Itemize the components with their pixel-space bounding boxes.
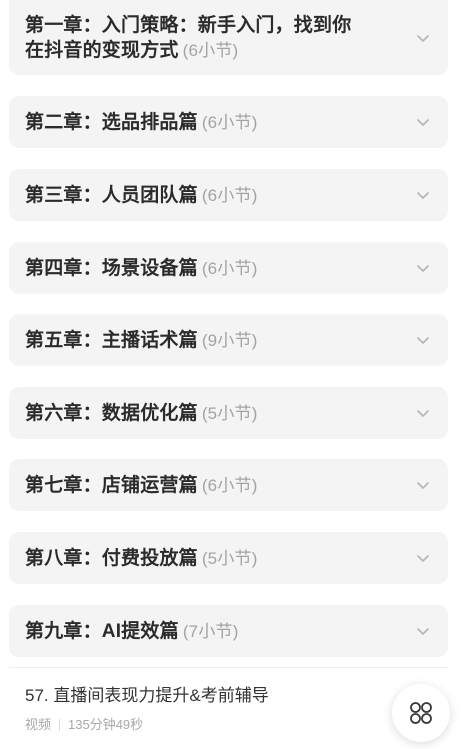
chevron-down-icon: [417, 119, 429, 126]
chapter-title-text: 第八章：付费投放篇: [25, 547, 198, 569]
chapter-title: 第七章：店铺运营篇 (6小节): [25, 473, 258, 498]
chapter-count: (7小节): [182, 621, 239, 641]
chapter-count: (6小节): [201, 185, 258, 205]
chevron-down-icon: [417, 410, 429, 417]
chapter-title: 第九章：AI提效篇 (7小节): [25, 619, 239, 644]
chevron-down-icon: [417, 555, 429, 562]
chapter-title-line1: 第一章：入门策略：新手入门，找到你: [25, 14, 352, 36]
chapter-title: 第八章：付费投放篇 (5小节): [25, 546, 258, 571]
chapter-6[interactable]: 第六章：数据优化篇 (5小节): [9, 387, 448, 439]
chapter-title-line2: 在抖音的变现方式: [25, 39, 179, 61]
menu-grid-icon: [410, 702, 432, 724]
chapter-7[interactable]: 第七章：店铺运营篇 (6小节): [9, 459, 448, 511]
chapter-count: (9小节): [201, 330, 258, 350]
chapter-2[interactable]: 第二章：选品排品篇 (6小节): [9, 96, 448, 148]
chapter-count: (6小节): [201, 258, 258, 278]
chapter-title-text: 第六章：数据优化篇: [25, 402, 198, 424]
chapter-title: 第四章：场景设备篇 (6小节): [25, 256, 258, 281]
chapter-1[interactable]: 第一章：入门策略：新手入门，找到你 在抖音的变现方式 (6小节): [9, 0, 448, 75]
chevron-down-icon: [417, 482, 429, 489]
chevron-down-icon: [417, 337, 429, 344]
chapter-title-text: 第九章：AI提效篇: [25, 620, 179, 642]
chevron-down-icon: [417, 192, 429, 199]
divider: [9, 667, 448, 668]
chevron-down-icon: [417, 34, 429, 42]
chapter-title-text: 第四章：场景设备篇: [25, 257, 198, 279]
chapter-count: (6小节): [201, 112, 258, 132]
chapter-3[interactable]: 第三章：人员团队篇 (6小节): [9, 169, 448, 221]
lesson-duration: 135分钟49秒: [68, 717, 144, 732]
chapter-5[interactable]: 第五章：主播话术篇 (9小节): [9, 314, 448, 366]
chapter-count: (5小节): [201, 403, 258, 423]
chapter-title-text: 第三章：人员团队篇: [25, 184, 198, 206]
chevron-down-icon: [417, 265, 429, 272]
lesson-title: 57. 直播间表现力提升&考前辅导: [25, 686, 269, 705]
lesson-meta: 视频 135分钟49秒: [25, 716, 385, 734]
chapter-title-text: 第二章：选品排品篇: [25, 111, 198, 133]
chapter-title-text: 第七章：店铺运营篇: [25, 474, 198, 496]
chapter-title: 第五章：主播话术篇 (9小节): [25, 328, 258, 353]
chapter-title: 第二章：选品排品篇 (6小节): [25, 110, 258, 135]
chapter-count: (6小节): [182, 40, 239, 60]
chapter-title: 第一章：入门策略：新手入门，找到你 在抖音的变现方式 (6小节): [25, 13, 351, 63]
lesson-item[interactable]: 57. 直播间表现力提升&考前辅导 视频 135分钟49秒: [25, 684, 385, 734]
chevron-down-icon: [417, 628, 429, 635]
chapter-count: (6小节): [201, 475, 258, 495]
meta-separator: [59, 719, 61, 731]
chapter-title-text: 第五章：主播话术篇: [25, 329, 198, 351]
chapter-4[interactable]: 第四章：场景设备篇 (6小节): [9, 242, 448, 294]
lesson-type: 视频: [25, 717, 52, 732]
floating-menu-button[interactable]: [392, 684, 450, 742]
chapter-count: (5小节): [201, 548, 258, 568]
chapter-9[interactable]: 第九章：AI提效篇 (7小节): [9, 605, 448, 657]
chapter-8[interactable]: 第八章：付费投放篇 (5小节): [9, 532, 448, 584]
chapter-title: 第六章：数据优化篇 (5小节): [25, 401, 258, 426]
chapter-title: 第三章：人员团队篇 (6小节): [25, 183, 258, 208]
